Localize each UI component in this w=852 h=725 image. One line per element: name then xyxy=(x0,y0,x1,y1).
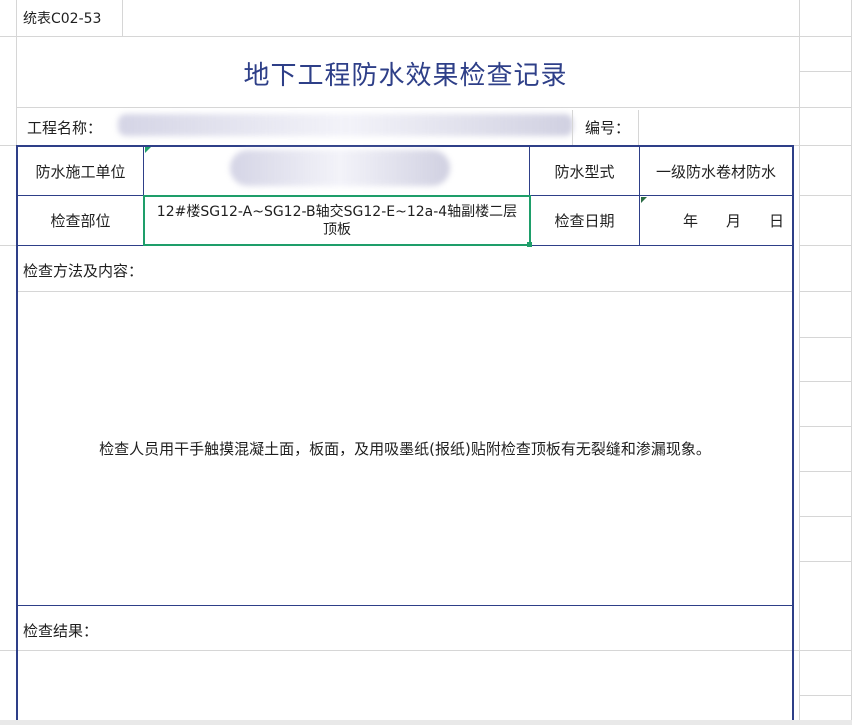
grid-row-line xyxy=(799,291,852,292)
unit-label[interactable]: 防水施工单位 xyxy=(18,147,143,195)
date-value[interactable]: 年 月 日 xyxy=(640,196,792,245)
grid-row-line xyxy=(799,195,852,196)
date-label[interactable]: 检查日期 xyxy=(530,196,639,245)
location-label[interactable]: 检查部位 xyxy=(18,196,143,245)
cell-selection xyxy=(143,195,531,246)
result-label[interactable]: 检查结果： xyxy=(18,610,318,650)
type-value[interactable]: 一级防水卷材防水 xyxy=(640,147,792,195)
grid-row-line xyxy=(799,516,852,517)
result-value-cell[interactable] xyxy=(18,651,792,721)
method-text[interactable]: 检查人员用干手触摸混凝土面，板面，及用吸墨纸(报纸)贴附检查顶板有无裂缝和渗漏现… xyxy=(18,292,792,604)
type-label[interactable]: 防水型式 xyxy=(530,147,639,195)
grid-column-line xyxy=(122,0,123,36)
date-month: 月 xyxy=(725,212,741,230)
grid-row-line xyxy=(799,381,852,382)
row-border xyxy=(16,605,794,606)
grid-row-line xyxy=(799,337,852,338)
project-name-label[interactable]: 工程名称： xyxy=(22,110,122,145)
form-code[interactable]: 统表C02-53 xyxy=(18,0,122,36)
grid-row-line xyxy=(0,245,16,246)
number-label[interactable]: 编号： xyxy=(580,110,640,145)
comment-marker-icon xyxy=(145,147,151,153)
grid-row-line xyxy=(799,561,852,562)
method-label[interactable]: 检查方法及内容： xyxy=(18,250,318,290)
cell-divider xyxy=(572,110,573,145)
project-name-redacted[interactable] xyxy=(118,114,573,136)
grid-row-line xyxy=(799,426,852,427)
page-title[interactable]: 地下工程防水效果检查记录 xyxy=(18,38,793,108)
grid-row-line xyxy=(799,695,852,696)
date-day: 日 xyxy=(768,212,784,230)
grid-row-line xyxy=(799,71,852,72)
horizontal-scrollbar[interactable] xyxy=(0,720,852,725)
grid-row-line xyxy=(799,245,852,246)
date-parts: 年 月 日 xyxy=(683,210,784,231)
grid-column-line xyxy=(799,0,800,725)
date-year: 年 xyxy=(682,212,698,230)
grid-row-line xyxy=(16,36,852,37)
unit-value-redacted[interactable] xyxy=(230,150,450,186)
number-value-cell[interactable] xyxy=(640,110,793,145)
cell-divider xyxy=(638,110,639,145)
grid-row-line xyxy=(799,471,852,472)
grid-row-line xyxy=(0,36,16,37)
